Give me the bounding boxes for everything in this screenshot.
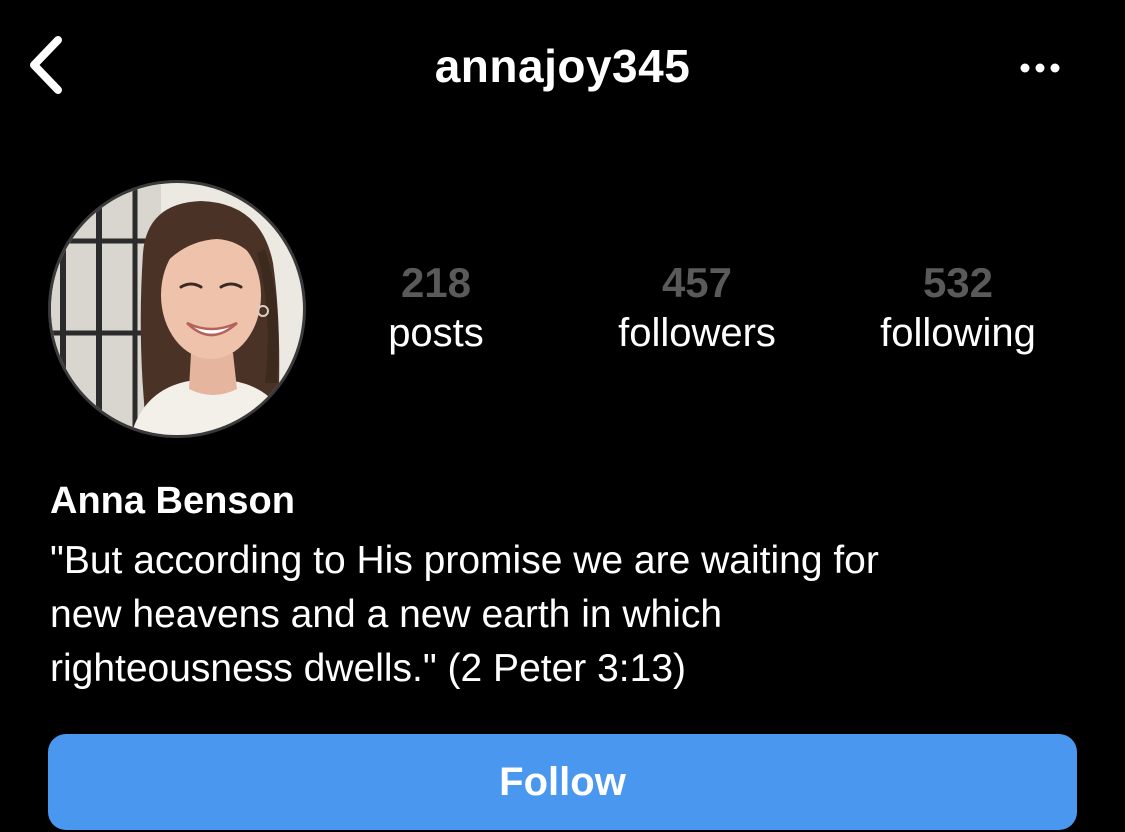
posts-count: 218 (400, 259, 472, 306)
more-options-button[interactable] (1010, 50, 1070, 86)
posts-stat[interactable]: 218 posts (356, 258, 516, 358)
profile-bio: "But according to His promise we are wai… (50, 539, 879, 690)
top-bar: annajoy345 (0, 0, 1125, 130)
following-stat[interactable]: 532 following (848, 258, 1068, 358)
following-count: 532 (922, 259, 994, 306)
followers-count: 457 (661, 259, 733, 306)
following-label: following (880, 311, 1036, 355)
posts-label: posts (388, 311, 484, 355)
profile-display-name: Anna Benson (50, 480, 295, 522)
avatar[interactable] (48, 180, 306, 438)
profile-username: annajoy345 (434, 40, 691, 92)
follow-button[interactable]: Follow (48, 734, 1077, 830)
followers-stat[interactable]: 457 followers (586, 258, 808, 358)
more-horizontal-icon (1020, 63, 1060, 73)
followers-label: followers (618, 311, 776, 355)
profile-photo (51, 183, 303, 435)
